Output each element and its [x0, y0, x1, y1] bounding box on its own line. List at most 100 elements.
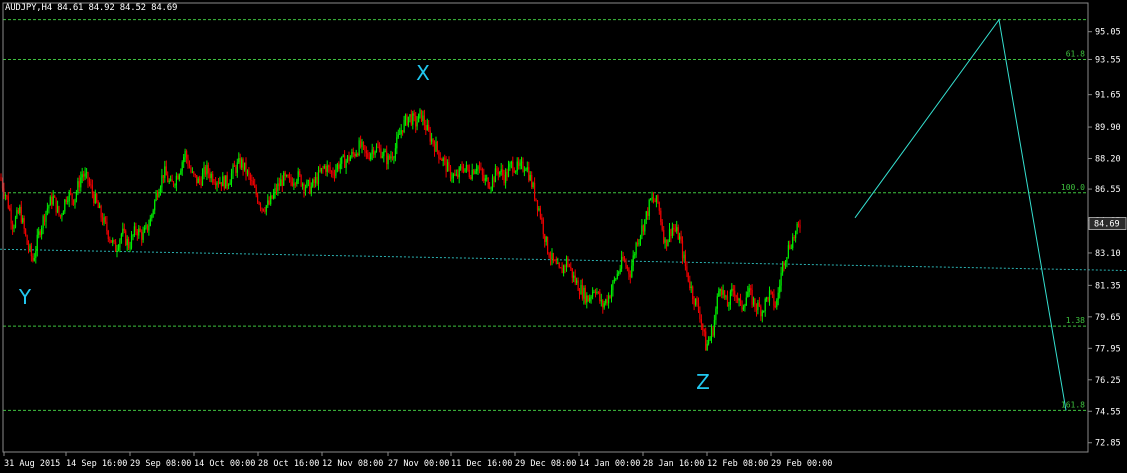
candle[interactable] [364, 145, 366, 157]
candle[interactable] [384, 148, 386, 153]
candle[interactable] [207, 162, 209, 179]
candle[interactable] [467, 164, 469, 172]
candle[interactable] [460, 164, 462, 171]
candle[interactable] [724, 290, 726, 300]
candle[interactable] [146, 224, 149, 233]
candle[interactable] [312, 178, 314, 188]
candle[interactable] [489, 182, 491, 190]
candle[interactable] [367, 149, 369, 160]
candle[interactable] [590, 294, 592, 304]
candle[interactable] [567, 256, 569, 268]
candle[interactable] [447, 159, 449, 172]
candle[interactable] [389, 154, 391, 160]
candle[interactable] [267, 194, 269, 208]
candle[interactable] [12, 220, 14, 235]
candle[interactable] [431, 132, 433, 145]
candle[interactable] [547, 236, 549, 255]
candle[interactable] [767, 296, 769, 303]
candle[interactable] [323, 164, 325, 170]
candle[interactable] [561, 262, 563, 274]
candle[interactable] [204, 164, 206, 177]
candle[interactable] [681, 236, 684, 265]
candle[interactable] [676, 220, 678, 234]
candle[interactable] [96, 192, 98, 204]
candle[interactable] [618, 270, 620, 276]
candle[interactable] [371, 143, 373, 161]
candle[interactable] [313, 176, 315, 189]
candle[interactable] [486, 174, 488, 182]
candle[interactable] [536, 200, 539, 217]
candle[interactable] [225, 175, 227, 189]
candle[interactable] [360, 135, 362, 149]
candle[interactable] [65, 196, 67, 205]
candle[interactable] [441, 157, 443, 161]
candle[interactable] [580, 279, 582, 295]
candle[interactable] [336, 162, 338, 173]
candle[interactable] [122, 222, 124, 237]
candle[interactable] [200, 176, 202, 189]
candle[interactable] [748, 283, 750, 297]
candle[interactable] [674, 224, 676, 233]
candle[interactable] [542, 217, 544, 239]
candle[interactable] [525, 167, 527, 172]
candle[interactable] [719, 288, 721, 297]
candle[interactable] [43, 213, 46, 226]
candle[interactable] [41, 225, 43, 240]
candle[interactable] [148, 219, 150, 236]
candle[interactable] [399, 127, 401, 135]
candle[interactable] [602, 299, 604, 314]
candle[interactable] [378, 142, 380, 153]
candle[interactable] [518, 157, 520, 170]
candle[interactable] [152, 208, 154, 218]
candle[interactable] [219, 176, 221, 185]
candle[interactable] [612, 280, 614, 297]
candle[interactable] [280, 173, 282, 187]
candle[interactable] [339, 157, 341, 174]
candle[interactable] [670, 228, 672, 243]
candle[interactable] [27, 240, 30, 254]
candle[interactable] [468, 164, 470, 179]
candle[interactable] [104, 216, 106, 224]
candle[interactable] [245, 157, 247, 181]
candle[interactable] [91, 179, 93, 199]
candle[interactable] [697, 297, 700, 314]
candle[interactable] [721, 286, 723, 299]
candle[interactable] [784, 260, 787, 269]
candle[interactable] [654, 198, 656, 203]
candle[interactable] [59, 214, 62, 219]
candle[interactable] [168, 178, 170, 184]
candle[interactable] [361, 138, 363, 154]
candle[interactable] [261, 207, 263, 214]
candle[interactable] [58, 205, 60, 217]
candle[interactable] [744, 303, 746, 312]
candle[interactable] [632, 250, 634, 272]
candle[interactable] [635, 241, 637, 258]
candle[interactable] [465, 161, 467, 173]
candle[interactable] [432, 138, 434, 147]
candle[interactable] [67, 196, 69, 205]
candle[interactable] [471, 163, 473, 181]
candle[interactable] [573, 271, 575, 283]
candle[interactable] [191, 167, 193, 174]
candle[interactable] [144, 225, 146, 234]
candle[interactable] [581, 278, 583, 301]
candle[interactable] [641, 219, 643, 240]
candle[interactable] [193, 171, 195, 177]
candle[interactable] [331, 170, 333, 178]
candle[interactable] [319, 164, 321, 173]
candle[interactable] [348, 151, 350, 165]
candle[interactable] [737, 292, 739, 304]
candle[interactable] [494, 164, 496, 183]
candle[interactable] [13, 224, 15, 233]
candle[interactable] [78, 175, 80, 192]
candle[interactable] [739, 293, 742, 306]
candle[interactable] [548, 252, 550, 259]
candle[interactable] [322, 165, 324, 174]
candle[interactable] [112, 237, 114, 247]
candle[interactable] [497, 167, 499, 181]
candle[interactable] [799, 219, 801, 233]
candle[interactable] [420, 109, 423, 122]
candle[interactable] [157, 190, 159, 200]
candle[interactable] [782, 261, 784, 276]
candle[interactable] [532, 181, 534, 189]
